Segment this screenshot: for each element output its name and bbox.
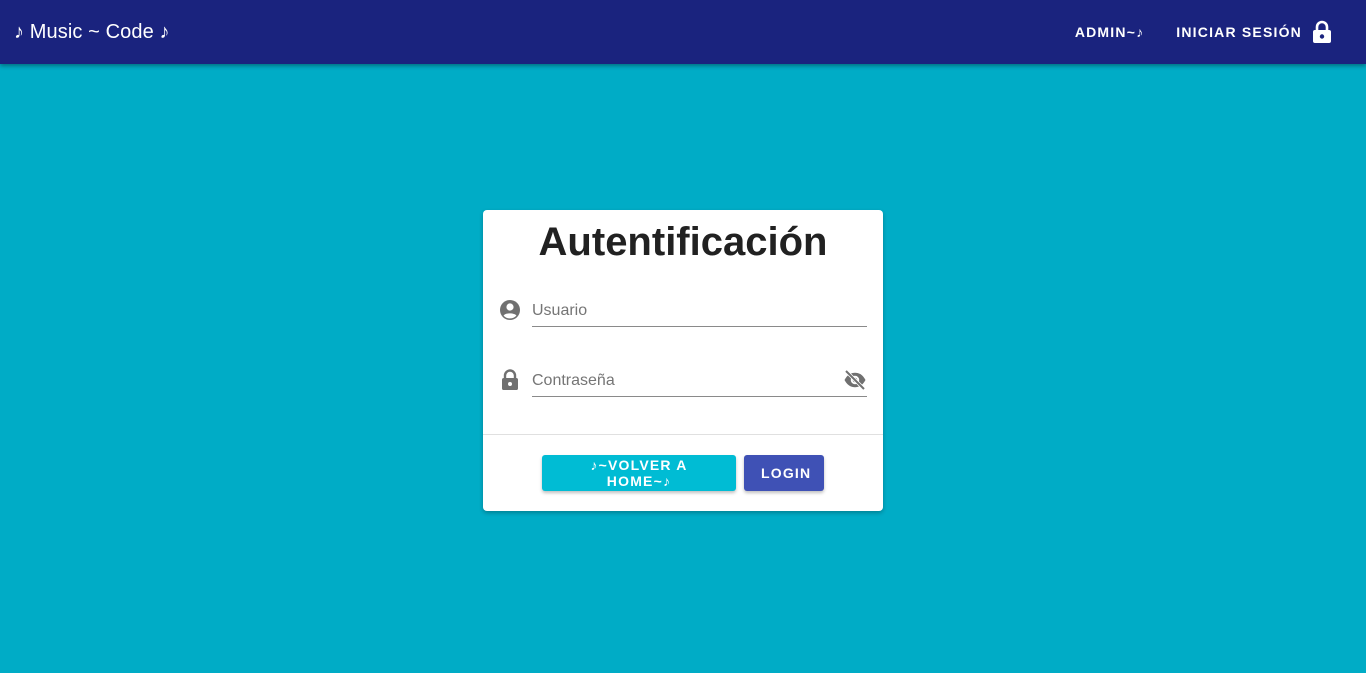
login-card: Autentificación Usuario ♪~VOLVER A HOME~… [483, 210, 883, 511]
app-brand: ♪ Music ~ Code ♪ [14, 20, 170, 43]
top-nav: ADMIN~♪ INICIAR SESIÓN [1059, 0, 1348, 64]
visibility-off-icon[interactable] [843, 369, 867, 391]
card-actions: ♪~VOLVER A HOME~♪ LOGIN [483, 455, 883, 491]
admin-nav-label: ADMIN~♪ [1074, 24, 1145, 40]
admin-nav-button[interactable]: ADMIN~♪ [1059, 14, 1160, 50]
login-nav-button[interactable]: INICIAR SESIÓN [1160, 14, 1348, 50]
password-input[interactable] [532, 372, 867, 390]
password-field [499, 357, 867, 397]
app-root: ♪ Music ~ Code ♪ ADMIN~♪ INICIAR SESIÓN … [0, 0, 1366, 673]
top-toolbar: ♪ Music ~ Code ♪ ADMIN~♪ INICIAR SESIÓN [0, 0, 1366, 64]
lock-icon [499, 369, 521, 391]
username-field [499, 287, 867, 327]
card-title: Autentificación [538, 220, 828, 264]
back-home-button[interactable]: ♪~VOLVER A HOME~♪ [542, 455, 736, 491]
username-control [532, 287, 867, 327]
password-control [532, 357, 867, 397]
account-circle-icon [499, 299, 521, 321]
login-button[interactable]: LOGIN [744, 455, 824, 491]
login-nav-label: INICIAR SESIÓN [1176, 24, 1302, 40]
lock-icon [1312, 20, 1332, 44]
username-input[interactable] [532, 302, 867, 320]
card-divider [483, 434, 883, 435]
